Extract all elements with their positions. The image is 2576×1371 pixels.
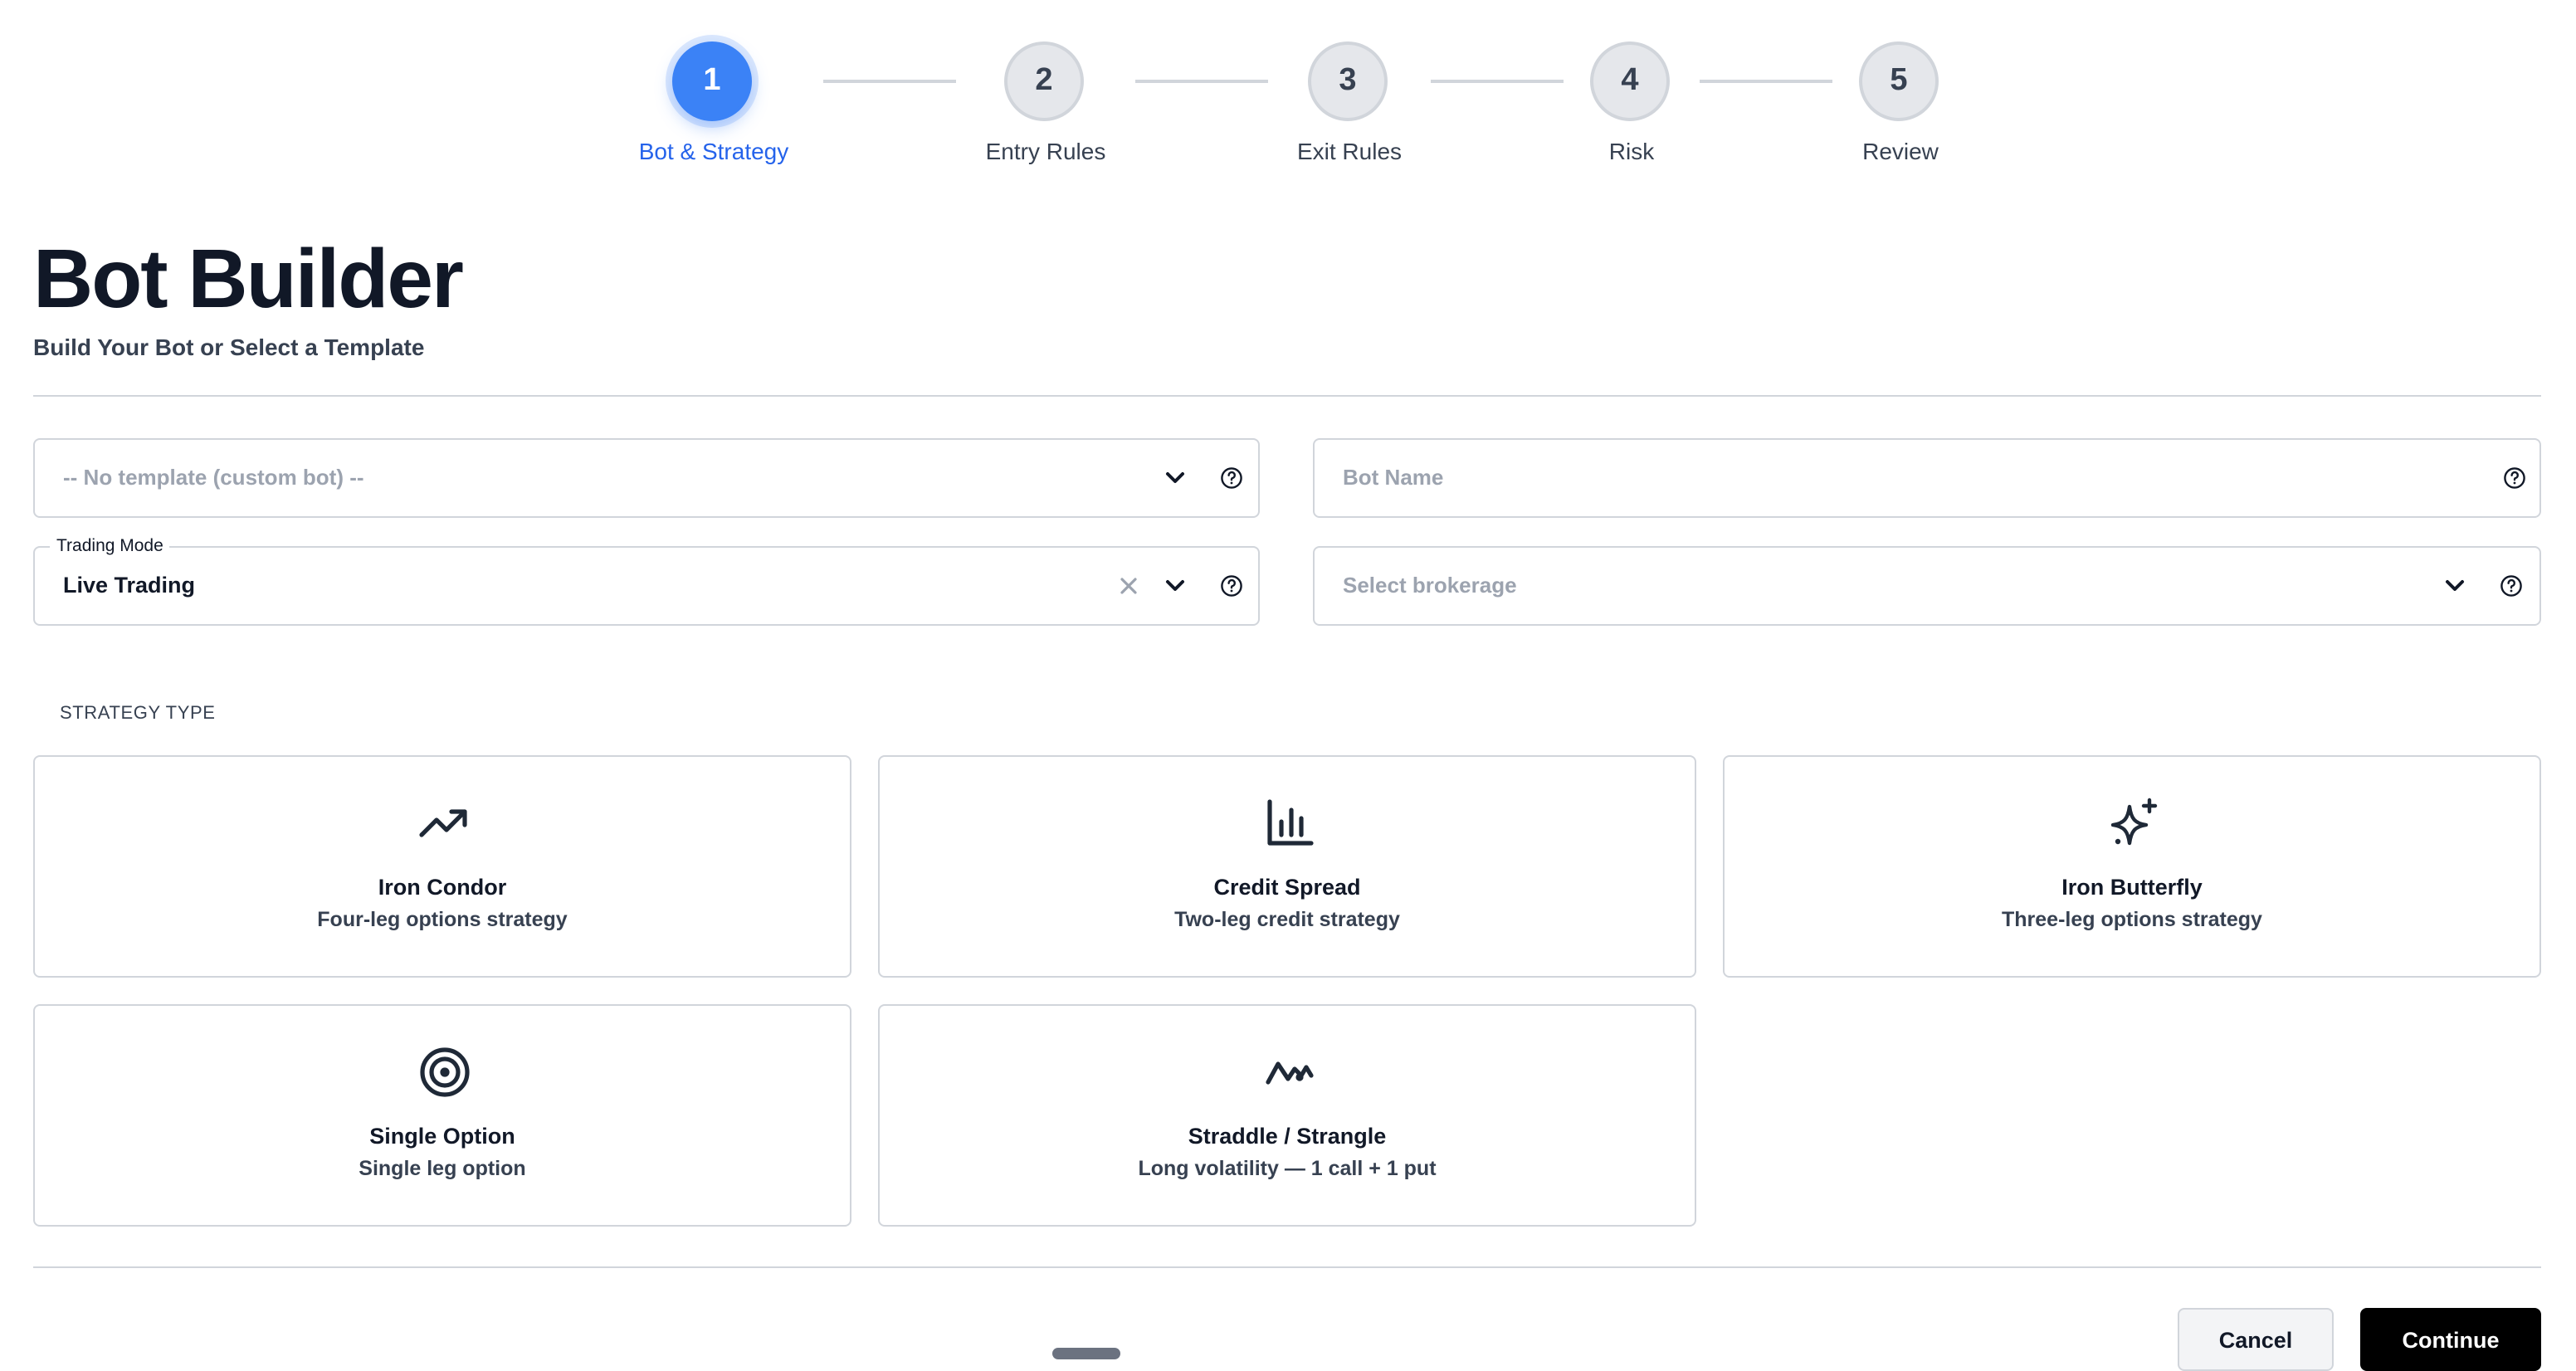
step-label: Review xyxy=(1862,138,1939,164)
target-icon xyxy=(418,1046,471,1099)
header-divider xyxy=(33,395,2541,397)
card-title: Straddle / Strangle xyxy=(1188,1124,1387,1149)
card-description: Three-leg options strategy xyxy=(2002,908,2262,931)
strategy-card-single-option[interactable]: Single Option Single leg option xyxy=(33,1004,851,1227)
strategy-card-straddle-strangle[interactable]: Straddle / Strangle Long volatility — 1 … xyxy=(878,1004,1696,1227)
trading-mode-label: Trading Mode xyxy=(50,536,170,556)
help-circle-icon[interactable] xyxy=(2496,571,2526,601)
mountain-icon xyxy=(1263,1046,1316,1099)
card-description: Single leg option xyxy=(359,1157,526,1180)
drag-handle[interactable] xyxy=(1052,1348,1120,1359)
chevron-down-icon[interactable] xyxy=(1160,463,1190,493)
bot-name-placeholder: Bot Name xyxy=(1343,465,1444,490)
help-circle-icon[interactable] xyxy=(2500,463,2530,493)
card-title: Credit Spread xyxy=(1213,875,1361,900)
chevron-down-icon[interactable] xyxy=(2440,571,2470,601)
strategy-card-iron-butterfly[interactable]: Iron Butterfly Three-leg options strateg… xyxy=(1723,755,2541,978)
card-description: Two-leg credit strategy xyxy=(1174,908,1400,931)
trading-mode-value: Live Trading xyxy=(63,573,196,598)
footer-divider xyxy=(33,1266,2541,1268)
step-label: Entry Rules xyxy=(985,138,1106,164)
wizard-stepper: 1 Bot & Strategy 2 Entry Rules 3 Exit Ru… xyxy=(0,0,2576,183)
step-number: 4 xyxy=(1590,41,1670,121)
step-number: 1 xyxy=(672,41,752,121)
trending-up-icon xyxy=(418,797,471,850)
step-connector xyxy=(823,80,956,83)
brokerage-select[interactable]: Select brokerage xyxy=(1313,546,2541,626)
brokerage-placeholder: Select brokerage xyxy=(1343,573,1517,598)
step-connector xyxy=(1700,80,1832,83)
help-circle-icon[interactable] xyxy=(1217,463,1247,493)
continue-button[interactable]: Continue xyxy=(2360,1308,2541,1371)
card-title: Iron Condor xyxy=(378,875,507,900)
card-description: Long volatility — 1 call + 1 put xyxy=(1138,1157,1437,1180)
step-connector xyxy=(1431,80,1564,83)
chevron-down-icon[interactable] xyxy=(1160,571,1190,601)
page-title: Bot Builder xyxy=(33,232,464,325)
strategy-card-credit-spread[interactable]: Credit Spread Two-leg credit strategy xyxy=(878,755,1696,978)
step-label: Bot & Strategy xyxy=(638,138,789,164)
template-select[interactable]: -- No template (custom bot) -- xyxy=(33,438,1260,518)
strategy-card-iron-condor[interactable]: Iron Condor Four-leg options strategy xyxy=(33,755,851,978)
page-subtitle: Build Your Bot or Select a Template xyxy=(33,334,425,360)
card-title: Iron Butterfly xyxy=(2061,875,2203,900)
step-connector xyxy=(1135,80,1268,83)
strategy-type-label: STRATEGY TYPE xyxy=(60,704,216,724)
close-icon[interactable] xyxy=(1114,571,1144,601)
step-label: Risk xyxy=(1608,138,1655,164)
bar-chart-icon xyxy=(1263,797,1316,850)
card-title: Single Option xyxy=(369,1124,515,1149)
step-number: 5 xyxy=(1859,41,1939,121)
step-number: 2 xyxy=(1004,41,1084,121)
step-label: Exit Rules xyxy=(1296,138,1403,164)
cancel-button[interactable]: Cancel xyxy=(2178,1308,2334,1371)
template-select-value: -- No template (custom bot) -- xyxy=(63,465,364,490)
help-circle-icon[interactable] xyxy=(1217,571,1247,601)
bot-builder-page: 1 Bot & Strategy 2 Entry Rules 3 Exit Ru… xyxy=(0,0,2576,1371)
bot-name-input[interactable]: Bot Name xyxy=(1313,438,2541,518)
trading-mode-select[interactable]: Trading Mode Live Trading xyxy=(33,536,1260,626)
step-number: 3 xyxy=(1308,41,1388,121)
card-description: Four-leg options strategy xyxy=(317,908,568,931)
sparkles-icon xyxy=(2108,797,2161,850)
